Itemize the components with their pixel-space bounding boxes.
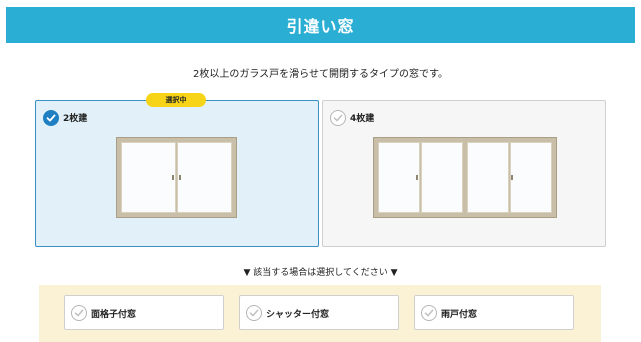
option-storm-door-window[interactable]: 雨戸付窓 xyxy=(414,295,574,330)
option-shutter-window[interactable]: シャッター付窓 xyxy=(239,295,399,330)
check-icon xyxy=(246,305,262,321)
option-label: 雨戸付窓 xyxy=(441,310,478,320)
check-icon xyxy=(43,110,59,126)
page-title: 引違い窓 xyxy=(286,17,355,36)
header-bar: 引違い窓 xyxy=(6,7,635,43)
check-icon xyxy=(330,110,346,126)
option-label: 2枚建 xyxy=(63,114,88,124)
option-lattice-window[interactable]: 面格子付窓 xyxy=(64,295,224,330)
option-2-panel[interactable]: 2枚建 xyxy=(35,100,319,247)
description-text: 2枚以上のガラス戸を滑らせて開閉するタイプの窓です。 xyxy=(193,69,448,80)
check-icon xyxy=(421,305,437,321)
option-label: シャッター付窓 xyxy=(266,310,330,320)
page: 引違い窓 2枚以上のガラス戸を滑らせて開閉するタイプの窓です。 選択中 2枚建 … xyxy=(0,0,641,342)
window-2-pane-image xyxy=(116,137,237,218)
window-4-pane-image xyxy=(373,137,557,218)
extras-panel: 面格子付窓 シャッター付窓 雨戸付窓 xyxy=(39,285,601,342)
check-icon xyxy=(71,305,87,321)
option-label: 面格子付窓 xyxy=(91,310,137,320)
selected-badge: 選択中 xyxy=(146,93,206,107)
option-label: 4枚建 xyxy=(350,114,375,124)
selection-note: ▼ 該当する場合は選択してください ▼ xyxy=(243,268,398,278)
option-4-panel[interactable]: 4枚建 xyxy=(322,100,606,247)
